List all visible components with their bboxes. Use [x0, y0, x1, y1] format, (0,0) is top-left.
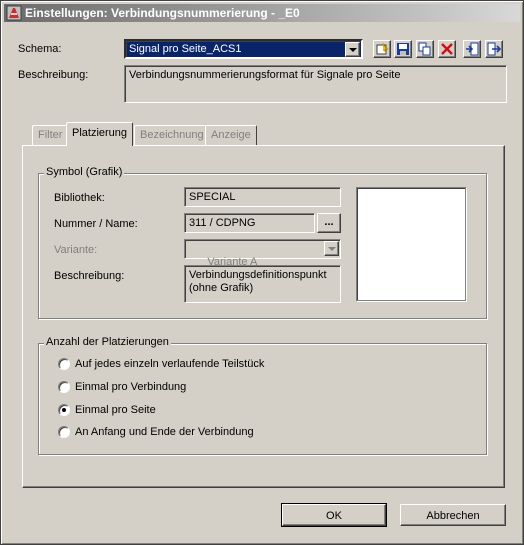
- settings-dialog: Einstellungen: Verbindungsnummerierung -…: [0, 0, 524, 545]
- symbol-group-title: Symbol (Grafik): [44, 166, 125, 178]
- variant-label: Variante:: [54, 244, 98, 256]
- schema-select[interactable]: Signal pro Seite_ACS1: [124, 39, 363, 59]
- symbol-preview: [356, 187, 466, 301]
- tab-platzierung[interactable]: Platzierung: [66, 122, 134, 146]
- save-schema-button[interactable]: [394, 40, 412, 58]
- chevron-down-icon: [324, 241, 339, 256]
- tab-bezeichnung[interactable]: Bezeichnung: [134, 125, 210, 145]
- variant-select: Variante A: [184, 239, 341, 268]
- radio-once-per-page-label[interactable]: Einmal pro Seite: [75, 404, 156, 416]
- new-icon: [376, 42, 389, 55]
- symbol-description-label: Beschreibung:: [54, 270, 125, 282]
- radio-once-per-connection-label[interactable]: Einmal pro Verbindung: [75, 381, 186, 393]
- export-icon: [487, 42, 501, 56]
- copy-schema-button[interactable]: [416, 40, 434, 58]
- delete-icon: [441, 43, 453, 55]
- title-bar[interactable]: Einstellungen: Verbindungsnummerierung -…: [4, 4, 520, 22]
- radio-each-segment[interactable]: [58, 358, 70, 370]
- ok-button[interactable]: OK: [281, 503, 387, 527]
- export-schema-button[interactable]: [485, 40, 503, 58]
- import-schema-button[interactable]: [463, 40, 481, 58]
- new-schema-button[interactable]: [373, 40, 391, 58]
- import-icon: [466, 42, 479, 56]
- browse-symbol-button[interactable]: ...: [317, 213, 341, 233]
- copy-icon: [418, 42, 431, 56]
- radio-once-per-connection[interactable]: [58, 381, 70, 393]
- schema-select-value: Signal pro Seite_ACS1: [129, 43, 242, 55]
- radio-start-end[interactable]: [58, 426, 70, 438]
- app-icon: [6, 5, 22, 21]
- schema-label: Schema:: [18, 43, 62, 55]
- tab-anzeige[interactable]: Anzeige: [205, 125, 257, 145]
- cancel-button[interactable]: Abbrechen: [400, 504, 506, 526]
- radio-each-segment-label[interactable]: Auf jedes einzeln verlaufende Teilstück: [75, 358, 264, 370]
- tab-panel-platzierung: Symbol (Grafik) Bibliothek: SPECIAL Numm…: [22, 145, 505, 488]
- number-name-field[interactable]: 311 / CDPNG: [184, 213, 315, 233]
- radio-once-per-page[interactable]: [58, 404, 70, 416]
- placement-count-title: Anzahl der Platzierungen: [44, 336, 171, 348]
- delete-schema-button[interactable]: [438, 40, 456, 58]
- description-label: Beschreibung:: [18, 69, 89, 81]
- library-field[interactable]: SPECIAL: [184, 187, 341, 207]
- window-title: Einstellungen: Verbindungsnummerierung -…: [25, 6, 300, 20]
- radio-start-end-label[interactable]: An Anfang und Ende der Verbindung: [75, 426, 254, 438]
- library-label: Bibliothek:: [54, 192, 105, 204]
- symbol-description-field[interactable]: Verbindungsdefinitionspunkt (ohne Grafik…: [184, 265, 341, 303]
- chevron-down-icon[interactable]: [345, 42, 360, 57]
- description-field[interactable]: Verbindungsnummerierungsformat für Signa…: [124, 65, 507, 103]
- number-name-label: Nummer / Name:: [54, 218, 138, 230]
- save-icon: [397, 43, 409, 55]
- tab-filter[interactable]: Filter: [32, 125, 69, 145]
